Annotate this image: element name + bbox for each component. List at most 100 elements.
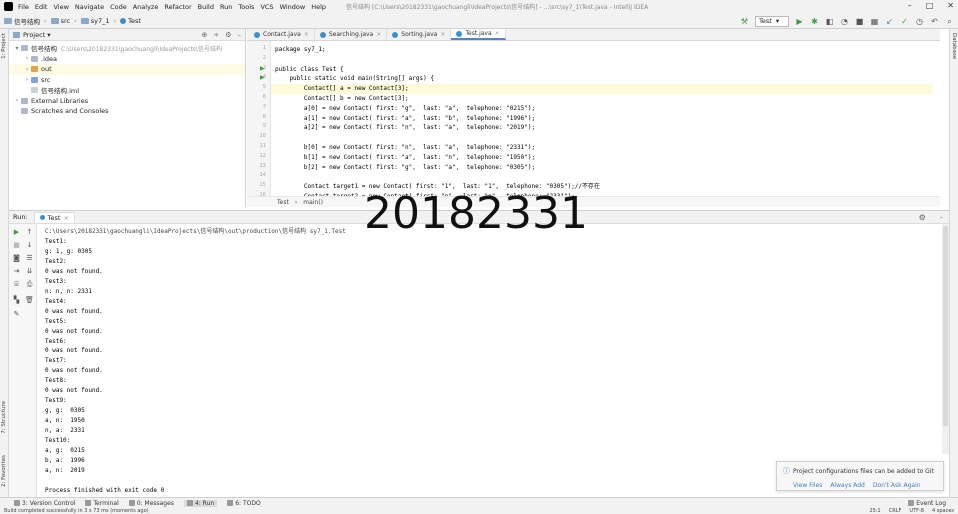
tree-item[interactable]: 信号结构.iml [9, 85, 245, 96]
editor-tab[interactable]: Sorting.java × [387, 29, 452, 40]
bottom-tool-tab[interactable]: 6: TODO [227, 500, 261, 507]
maximize-icon[interactable]: □ [926, 1, 934, 10]
caret-position[interactable]: 25:1 [870, 508, 881, 514]
layout-icon[interactable]: ▚ [12, 296, 21, 305]
run-configuration-select[interactable]: Test ▾ [755, 15, 789, 27]
code-area[interactable]: package sy7_1; public class Test { public… [271, 41, 935, 200]
chevron-right-icon[interactable]: › [23, 76, 31, 83]
chevron-down-icon[interactable]: ▾ [13, 45, 21, 52]
chevron-right-icon[interactable]: › [23, 66, 31, 73]
print-icon[interactable]: ⎙ [25, 280, 34, 289]
dont-ask-again-link[interactable]: Don't Ask Again [873, 482, 921, 489]
menu-navigate[interactable]: Navigate [75, 3, 104, 11]
exit-icon[interactable]: ⇥ [12, 267, 21, 276]
always-add-link[interactable]: Always Add [830, 482, 865, 489]
editor-tab[interactable]: Searching.java × [315, 29, 388, 40]
menu-view[interactable]: View [53, 3, 68, 11]
breadcrumb-method[interactable]: main() [303, 199, 323, 206]
project-panel-title[interactable]: Project [23, 31, 45, 39]
structure-tool-button[interactable]: 7: Structure [1, 401, 7, 434]
debug-icon[interactable]: ✱ [810, 17, 819, 26]
soft-wrap-icon[interactable]: ☰ [25, 254, 34, 263]
profile-icon[interactable]: ◔ [840, 17, 849, 26]
tree-item[interactable]: › out [9, 64, 245, 75]
search-everywhere-icon[interactable]: ⌕ [945, 17, 954, 26]
tree-item[interactable]: › .idea [9, 54, 245, 65]
down-arrow-icon[interactable]: ↓ [25, 241, 34, 250]
line-separator[interactable]: CRLF [889, 508, 902, 514]
menu-code[interactable]: Code [110, 3, 127, 11]
close-icon[interactable]: × [440, 31, 445, 38]
run-tab-test[interactable]: Test × [33, 211, 75, 223]
database-tool-button[interactable]: Database [951, 33, 957, 59]
delete-icon[interactable]: 🗑 [25, 296, 34, 305]
menu-edit[interactable]: Edit [35, 3, 48, 11]
nav-crumb-src[interactable]: src › [50, 17, 77, 25]
tree-item[interactable]: ▾ 信号结构 C:\Users\20182331\gaochuangli\IdeaP… [9, 43, 245, 54]
up-arrow-icon[interactable]: ↑ [25, 228, 34, 237]
hide-icon[interactable]: – [940, 213, 943, 221]
vcs-history-icon[interactable]: ◷ [915, 17, 924, 26]
camera-icon[interactable]: ◙ [12, 254, 21, 263]
hide-icon[interactable]: – [238, 31, 242, 39]
project-structure-icon[interactable]: ▦ [870, 17, 879, 26]
vcs-update-icon[interactable]: ↙ [885, 17, 894, 26]
scroll-to-end-icon[interactable]: ⇊ [25, 267, 34, 276]
minimize-icon[interactable]: – [908, 1, 912, 10]
tree-item[interactable]: Scratches and Consoles [9, 106, 245, 117]
vcs-commit-icon[interactable]: ✓ [900, 17, 909, 26]
menu-help[interactable]: Help [311, 3, 326, 11]
pin-icon[interactable]: ✎ [12, 310, 21, 319]
menu-run[interactable]: Run [220, 3, 232, 11]
run-gutter-icon[interactable]: ▶ [260, 65, 265, 72]
build-hammer-icon[interactable]: ⚒ [740, 17, 749, 26]
rerun-icon[interactable]: ▶ [12, 228, 21, 237]
coverage-icon[interactable]: ◧ [825, 17, 834, 26]
menu-window[interactable]: Window [280, 3, 306, 11]
bottom-tool-tab[interactable]: 4: Run [183, 499, 218, 507]
locate-icon[interactable]: ⊕ [201, 31, 207, 39]
revert-icon[interactable]: ↶ [930, 17, 939, 26]
project-tool-button[interactable]: 1: Project [1, 33, 7, 59]
file-encoding[interactable]: UTF-8 [909, 508, 924, 514]
menu-vcs[interactable]: VCS [260, 3, 273, 11]
editor-tab[interactable]: Test.java × [451, 29, 506, 40]
nav-crumb-class[interactable]: Test [120, 17, 141, 25]
bottom-tool-tab[interactable]: Terminal [85, 500, 119, 507]
console-scrollbar[interactable] [942, 224, 949, 454]
run-gutter-icon[interactable]: ▶ [260, 74, 265, 81]
close-icon[interactable]: × [63, 214, 68, 222]
dump-threads-icon[interactable]: ⌸ [12, 280, 21, 289]
indent-setting[interactable]: 4 spaces [932, 508, 954, 514]
breadcrumb-class[interactable]: Test [277, 199, 289, 206]
menu-build[interactable]: Build [198, 3, 214, 11]
chevron-down-icon[interactable]: ▾ [47, 31, 50, 39]
event-log-button[interactable]: Event Log [908, 500, 946, 507]
stop-icon[interactable]: ■ [12, 241, 21, 250]
favorites-tool-button[interactable]: 2: Favorites [1, 455, 7, 487]
close-icon[interactable]: × [376, 31, 381, 38]
scrollbar-thumb[interactable] [943, 226, 948, 426]
status-message[interactable]: Build completed successfully in 3 s 73 m… [4, 508, 149, 514]
collapse-all-icon[interactable]: ÷ [213, 31, 219, 39]
menu-analyze[interactable]: Analyze [133, 3, 159, 11]
close-icon[interactable]: × [495, 30, 500, 37]
console-output[interactable]: C:\Users\20182331\gaochuangli\IdeaProjec… [41, 224, 941, 498]
view-files-link[interactable]: View Files [793, 482, 822, 489]
close-icon[interactable]: × [304, 31, 309, 38]
tree-item[interactable]: › External Libraries [9, 96, 245, 107]
menu-file[interactable]: File [18, 3, 29, 11]
settings-gear-icon[interactable]: ⚙ [919, 213, 926, 222]
run-icon[interactable]: ▶ [795, 17, 804, 26]
chevron-right-icon[interactable]: › [23, 55, 31, 62]
bottom-tool-tab[interactable]: 0: Messages [128, 500, 174, 507]
nav-crumb-package[interactable]: sy7_1 › [80, 17, 116, 25]
bottom-tool-tab[interactable]: 3: Version Control [14, 500, 75, 507]
settings-gear-icon[interactable]: ⚙ [225, 31, 231, 39]
close-icon[interactable]: ✕ [947, 1, 954, 10]
chevron-right-icon[interactable]: › [13, 97, 21, 104]
stop-icon[interactable]: ■ [855, 17, 864, 26]
nav-crumb-project[interactable]: 信号结构 › [4, 16, 47, 26]
tree-item[interactable]: › src [9, 75, 245, 86]
menu-refactor[interactable]: Refactor [164, 3, 191, 11]
